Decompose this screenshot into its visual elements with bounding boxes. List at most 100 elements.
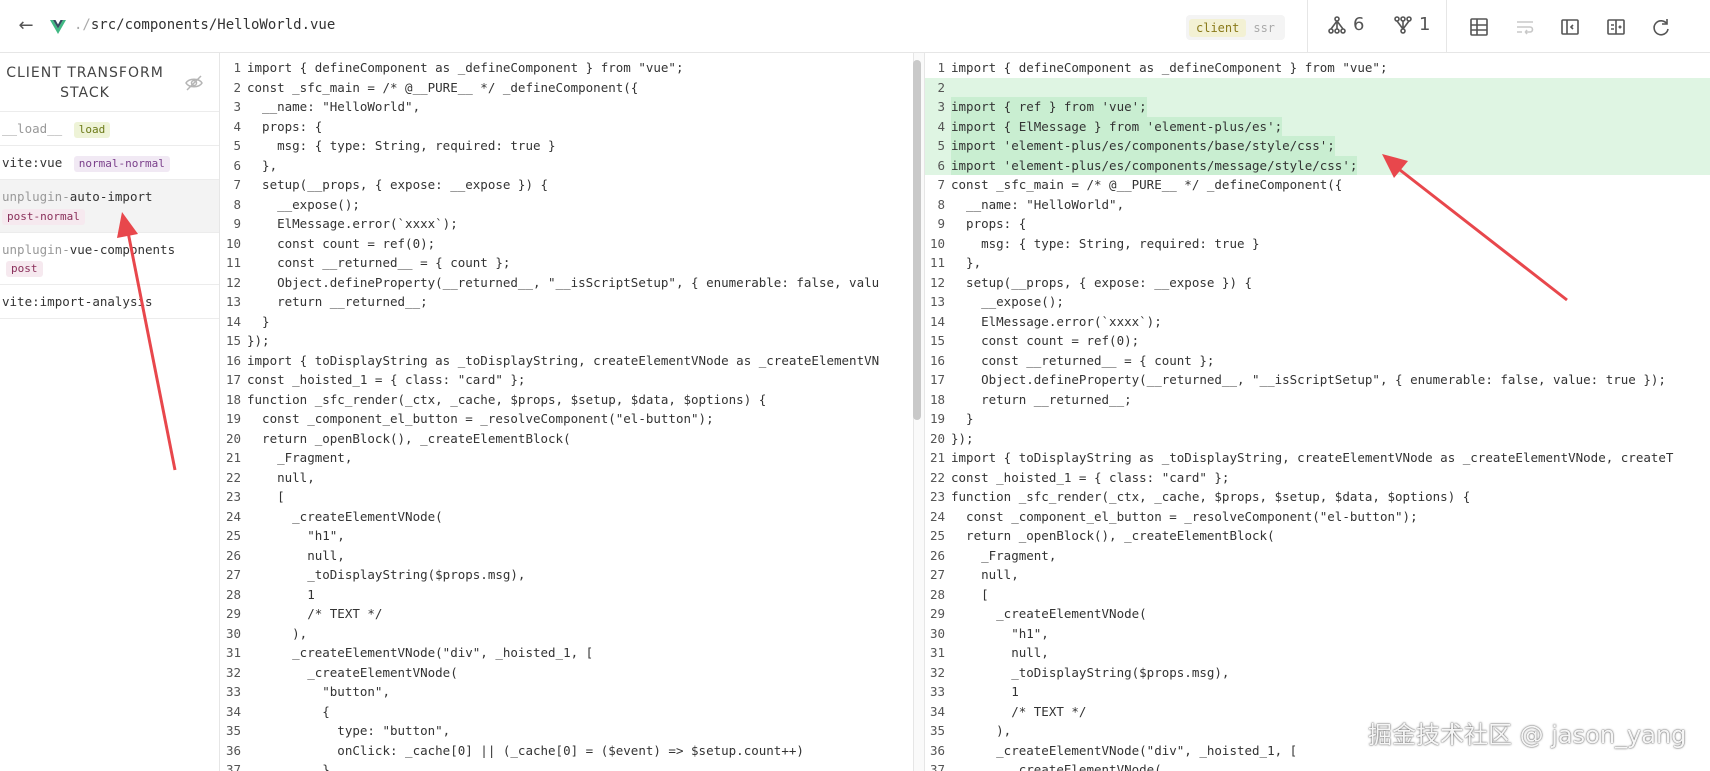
line-number: 23 [929,489,945,504]
code-line: 35 type: "button", [221,721,913,741]
line-number: 10 [929,235,945,251]
code-line: 22 const _hoisted_1 = { class: "card" }; [925,468,1710,488]
code-line: 2 const _sfc_main = /* @__PURE__ */ _defi… [221,78,913,98]
code-pane-after[interactable]: 1 import { defineComponent as _defineComp… [925,53,1710,771]
transform-item-vite-vue[interactable]: vite:vue normal-normal [0,145,219,179]
code-line: 13 return __returned__; [221,292,913,312]
code-line: 3 import { ref } from 'vue'; [925,97,1710,117]
code-line: 33 "button", [221,682,913,702]
code-text: _createElementVNode("div", _hoisted_1, [ [951,742,1298,758]
code-line: 14 } [221,312,913,332]
line-number: 14 [929,313,945,329]
code-line: 20 return _openBlock(), _createElementBl… [221,429,913,449]
status-badge: normal-normal [73,156,170,172]
code-text: type: "button", [247,723,451,738]
line-number: 27 [929,567,945,582]
line-number: 35 [929,723,945,738]
code-pane-before[interactable]: 1 import { defineComponent as _defineComp… [221,53,913,771]
eye-off-icon[interactable] [184,73,204,93]
code-text: return __returned__; [247,294,428,309]
code-text: } [951,411,974,426]
code-line: 16 const __returned__ = { count }; [925,351,1710,371]
code-text: return _openBlock(), _createElementBlock… [247,430,571,446]
refresh-icon[interactable] [1648,14,1674,40]
code-text: const count = ref(0); [247,235,436,251]
transform-item-load[interactable]: __load__ load [0,111,219,145]
line-number: 19 [929,411,945,426]
code-text: 1 [247,586,315,602]
imports-count-button[interactable]: 1 [1393,14,1430,35]
code-line: 27 _toDisplayString($props.msg), [221,565,913,585]
code-text: setup(__props, { expose: __expose }) { [951,274,1253,290]
mode-ssr-tab[interactable]: ssr [1246,19,1282,37]
transform-item-auto-import[interactable]: unplugin-auto-import post-normal [0,179,219,232]
code-line: 17 const _hoisted_1 = { class: "card" }; [221,370,913,390]
code-text: null, [247,547,345,563]
code-text: }, [247,762,338,771]
code-line: 8 __name: "HelloWorld", [925,195,1710,215]
code-text: "h1", [951,625,1049,641]
line-number: 32 [225,664,241,680]
code-text: ElMessage.error(`xxxx`); [247,216,458,231]
code-text: ElMessage.error(`xxxx`); [951,313,1162,329]
line-number: 8 [937,196,945,212]
code-line: 7 setup(__props, { expose: __expose }) { [221,175,913,195]
code-line: 37 }, [221,760,913,771]
code-text: onClick: _cache[0] || (_cache[0] = ($eve… [247,742,804,758]
line-number: 31 [225,645,241,660]
code-text: const _hoisted_1 = { class: "card" }; [247,372,526,387]
code-line: 15}); [221,331,913,351]
diff-compare-icon[interactable] [1603,14,1629,40]
code-line: 13 __expose(); [925,292,1710,312]
code-line: 32 _createElementVNode( [221,663,913,683]
line-number: 7 [937,177,945,192]
line-number: 25 [225,528,241,543]
line-number: 28 [929,586,945,602]
graph-dependents-icon [1328,15,1346,34]
table-icon[interactable] [1466,14,1492,40]
code-line: 9 ElMessage.error(`xxxx`); [221,214,913,234]
vue-logo-icon [50,20,66,34]
code-text: import { ElMessage } from 'element-plus/… [951,116,1283,136]
line-number: 16 [929,352,945,368]
code-line: 11 }, [925,253,1710,273]
code-text: function _sfc_render(_ctx, _cache, $prop… [247,391,767,407]
line-number: 8 [233,196,241,212]
line-number: 7 [233,177,241,192]
line-number: 12 [225,274,241,290]
line-number: 18 [225,391,241,407]
code-line: 6 }, [221,156,913,176]
scrollbar-thumb[interactable] [913,60,921,420]
line-number: 14 [225,313,241,329]
code-text: const _hoisted_1 = { class: "card" }; [951,469,1230,485]
code-line: 15 const count = ref(0); [925,331,1710,351]
transform-item-vue-components[interactable]: unplugin-vue-components post [0,232,219,284]
code-line: 10 const count = ref(0); [221,234,913,254]
dependents-count-button[interactable]: 6 [1327,14,1364,35]
line-number: 26 [225,547,241,563]
code-line: 24 _createElementVNode( [221,507,913,527]
code-text: _createElementVNode( [951,762,1162,771]
back-arrow-icon[interactable]: ← [14,12,38,40]
code-line: 26 null, [221,546,913,566]
code-text: props: { [247,118,323,134]
code-text: _toDisplayString($props.msg), [247,567,526,582]
code-text: __name: "HelloWorld", [951,196,1125,212]
line-number: 15 [929,333,945,348]
file-path: ./src/components/HelloWorld.vue [74,17,336,33]
code-line: 23 function _sfc_render(_ctx, _cache, $pr… [925,487,1710,507]
wrap-text-icon[interactable] [1512,14,1538,40]
code-line: 18 function _sfc_render(_ctx, _cache, $pr… [221,390,913,410]
code-line: 22 null, [221,468,913,488]
code-text: Object.defineProperty(__returned__, "__i… [247,274,880,290]
code-line: 25 return _openBlock(), _createElementBl… [925,526,1710,546]
line-number: 16 [225,352,241,368]
code-line: 1 import { defineComponent as _defineComp… [221,58,913,78]
mode-client-tab[interactable]: client [1189,18,1247,37]
sidebar-toggle-icon[interactable] [1557,14,1583,40]
code-text: import 'element-plus/es/components/base/… [951,136,1335,156]
code-text: /* TEXT */ [247,606,383,621]
code-text: null, [951,645,1049,660]
line-number: 24 [929,508,945,524]
transform-item-import-analysis[interactable]: vite:import-analysis [0,284,219,319]
